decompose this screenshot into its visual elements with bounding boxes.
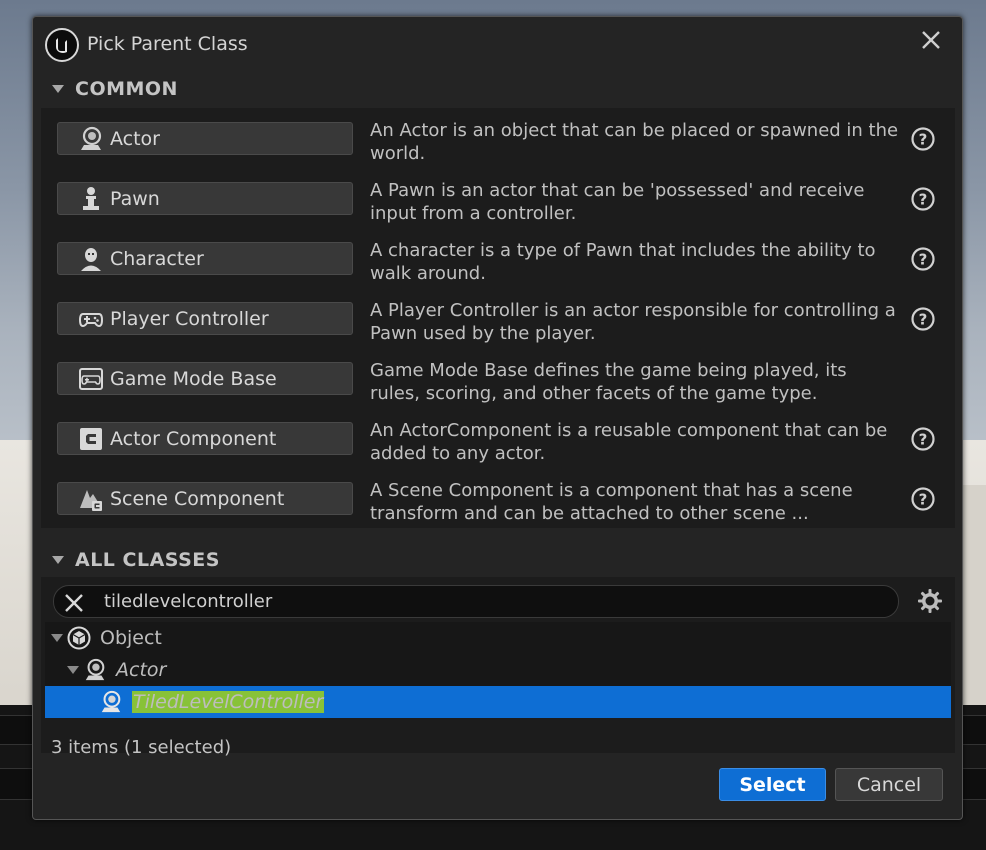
dialog-titlebar: Pick Parent Class bbox=[33, 17, 962, 73]
class-button-label: Player Controller bbox=[110, 307, 269, 330]
gamepad-icon bbox=[78, 306, 104, 332]
object-icon bbox=[67, 626, 91, 650]
class-description: An ActorComponent is a reusable componen… bbox=[370, 420, 888, 464]
svg-text:?: ? bbox=[919, 491, 928, 509]
pawn-icon bbox=[78, 186, 104, 212]
dialog-title: Pick Parent Class bbox=[87, 33, 248, 55]
scene-component-icon bbox=[78, 486, 104, 512]
tree-item-label: TiledLevelController bbox=[132, 691, 325, 713]
class-button-label: Actor Component bbox=[110, 427, 277, 450]
actor-icon bbox=[85, 658, 105, 681]
item-count-status: 3 items (1 selected) bbox=[51, 737, 232, 758]
collapse-triangle-icon bbox=[52, 556, 64, 564]
all-classes-panel: Object Actor TiledLevelController bbox=[41, 577, 955, 758]
svg-text:?: ? bbox=[919, 191, 928, 209]
common-row-scene-component: Scene Component A Scene Component is a c… bbox=[41, 468, 955, 528]
tree-item-label: Object bbox=[100, 627, 162, 649]
actor-component-class-button[interactable]: Actor Component bbox=[57, 422, 353, 455]
help-icon[interactable]: ? bbox=[910, 486, 936, 512]
common-row-actor-component: Actor Component An ActorComponent is a r… bbox=[41, 408, 955, 468]
help-icon[interactable]: ? bbox=[910, 306, 936, 332]
character-class-button[interactable]: Character bbox=[57, 242, 353, 275]
select-button[interactable]: Select bbox=[719, 768, 826, 801]
pick-parent-class-dialog: Pick Parent Class COMMON Actor An Actor … bbox=[32, 16, 963, 820]
character-icon bbox=[78, 246, 104, 272]
class-button-label: Pawn bbox=[110, 187, 160, 210]
cancel-button[interactable]: Cancel bbox=[835, 768, 943, 801]
actor-icon bbox=[101, 690, 121, 713]
collapse-triangle-icon bbox=[52, 85, 64, 93]
pawn-class-button[interactable]: Pawn bbox=[57, 182, 353, 215]
class-description: A Scene Component is a component that ha… bbox=[370, 480, 853, 524]
game-mode-base-class-button[interactable]: Game Mode Base bbox=[57, 362, 353, 395]
class-button-label: Game Mode Base bbox=[110, 367, 277, 390]
help-icon[interactable]: ? bbox=[910, 186, 936, 212]
tree-row-object[interactable]: Object bbox=[45, 622, 951, 654]
class-description: A Player Controller is an actor responsi… bbox=[370, 300, 896, 344]
tree-item-label: Actor bbox=[116, 659, 167, 681]
all-classes-section-title: ALL CLASSES bbox=[75, 549, 220, 571]
clear-search-icon[interactable] bbox=[62, 591, 86, 615]
common-section-title: COMMON bbox=[75, 78, 178, 100]
help-icon[interactable]: ? bbox=[910, 426, 936, 452]
common-section-header[interactable]: COMMON bbox=[41, 71, 955, 107]
class-description: An Actor is an object that can be placed… bbox=[370, 120, 899, 164]
svg-text:?: ? bbox=[919, 131, 928, 149]
expand-triangle-icon[interactable] bbox=[66, 665, 80, 675]
unreal-logo-icon bbox=[45, 28, 79, 62]
tree-row-tiled-level-controller[interactable]: TiledLevelController bbox=[45, 686, 951, 718]
class-search-box bbox=[53, 585, 899, 618]
class-description: Game Mode Base defines the game being pl… bbox=[370, 360, 847, 404]
actor-icon bbox=[78, 126, 104, 152]
svg-text:?: ? bbox=[919, 311, 928, 329]
class-search-input[interactable] bbox=[104, 588, 884, 615]
class-description: A character is a type of Pawn that inclu… bbox=[370, 240, 876, 284]
help-icon[interactable]: ? bbox=[910, 126, 936, 152]
game-mode-icon bbox=[78, 366, 104, 392]
tree-row-actor[interactable]: Actor bbox=[45, 654, 951, 686]
component-icon bbox=[78, 426, 104, 452]
expand-triangle-icon[interactable] bbox=[50, 633, 64, 643]
common-row-player-controller: Player Controller A Player Controller is… bbox=[41, 288, 955, 348]
scene-component-class-button[interactable]: Scene Component bbox=[57, 482, 353, 515]
gear-icon[interactable] bbox=[916, 587, 944, 615]
player-controller-class-button[interactable]: Player Controller bbox=[57, 302, 353, 335]
class-button-label: Actor bbox=[110, 127, 160, 150]
viewport-ground-edge bbox=[960, 485, 986, 710]
common-row-game-mode-base: Game Mode Base Game Mode Base defines th… bbox=[41, 348, 955, 408]
all-classes-section-header[interactable]: ALL CLASSES bbox=[41, 542, 955, 578]
svg-text:?: ? bbox=[919, 251, 928, 269]
common-row-character: Character A character is a type of Pawn … bbox=[41, 228, 955, 288]
common-row-pawn: Pawn A Pawn is an actor that can be 'pos… bbox=[41, 168, 955, 228]
class-description: A Pawn is an actor that can be 'possesse… bbox=[370, 180, 865, 224]
common-row-actor: Actor An Actor is an object that can be … bbox=[41, 108, 955, 168]
help-icon[interactable]: ? bbox=[910, 246, 936, 272]
svg-text:?: ? bbox=[919, 431, 928, 449]
actor-class-button[interactable]: Actor bbox=[57, 122, 353, 155]
common-classes-panel: Actor An Actor is an object that can be … bbox=[41, 108, 955, 528]
class-tree: Object Actor TiledLevelController bbox=[45, 622, 951, 718]
close-icon[interactable] bbox=[918, 27, 944, 53]
class-button-label: Scene Component bbox=[110, 487, 285, 510]
class-button-label: Character bbox=[110, 247, 204, 270]
